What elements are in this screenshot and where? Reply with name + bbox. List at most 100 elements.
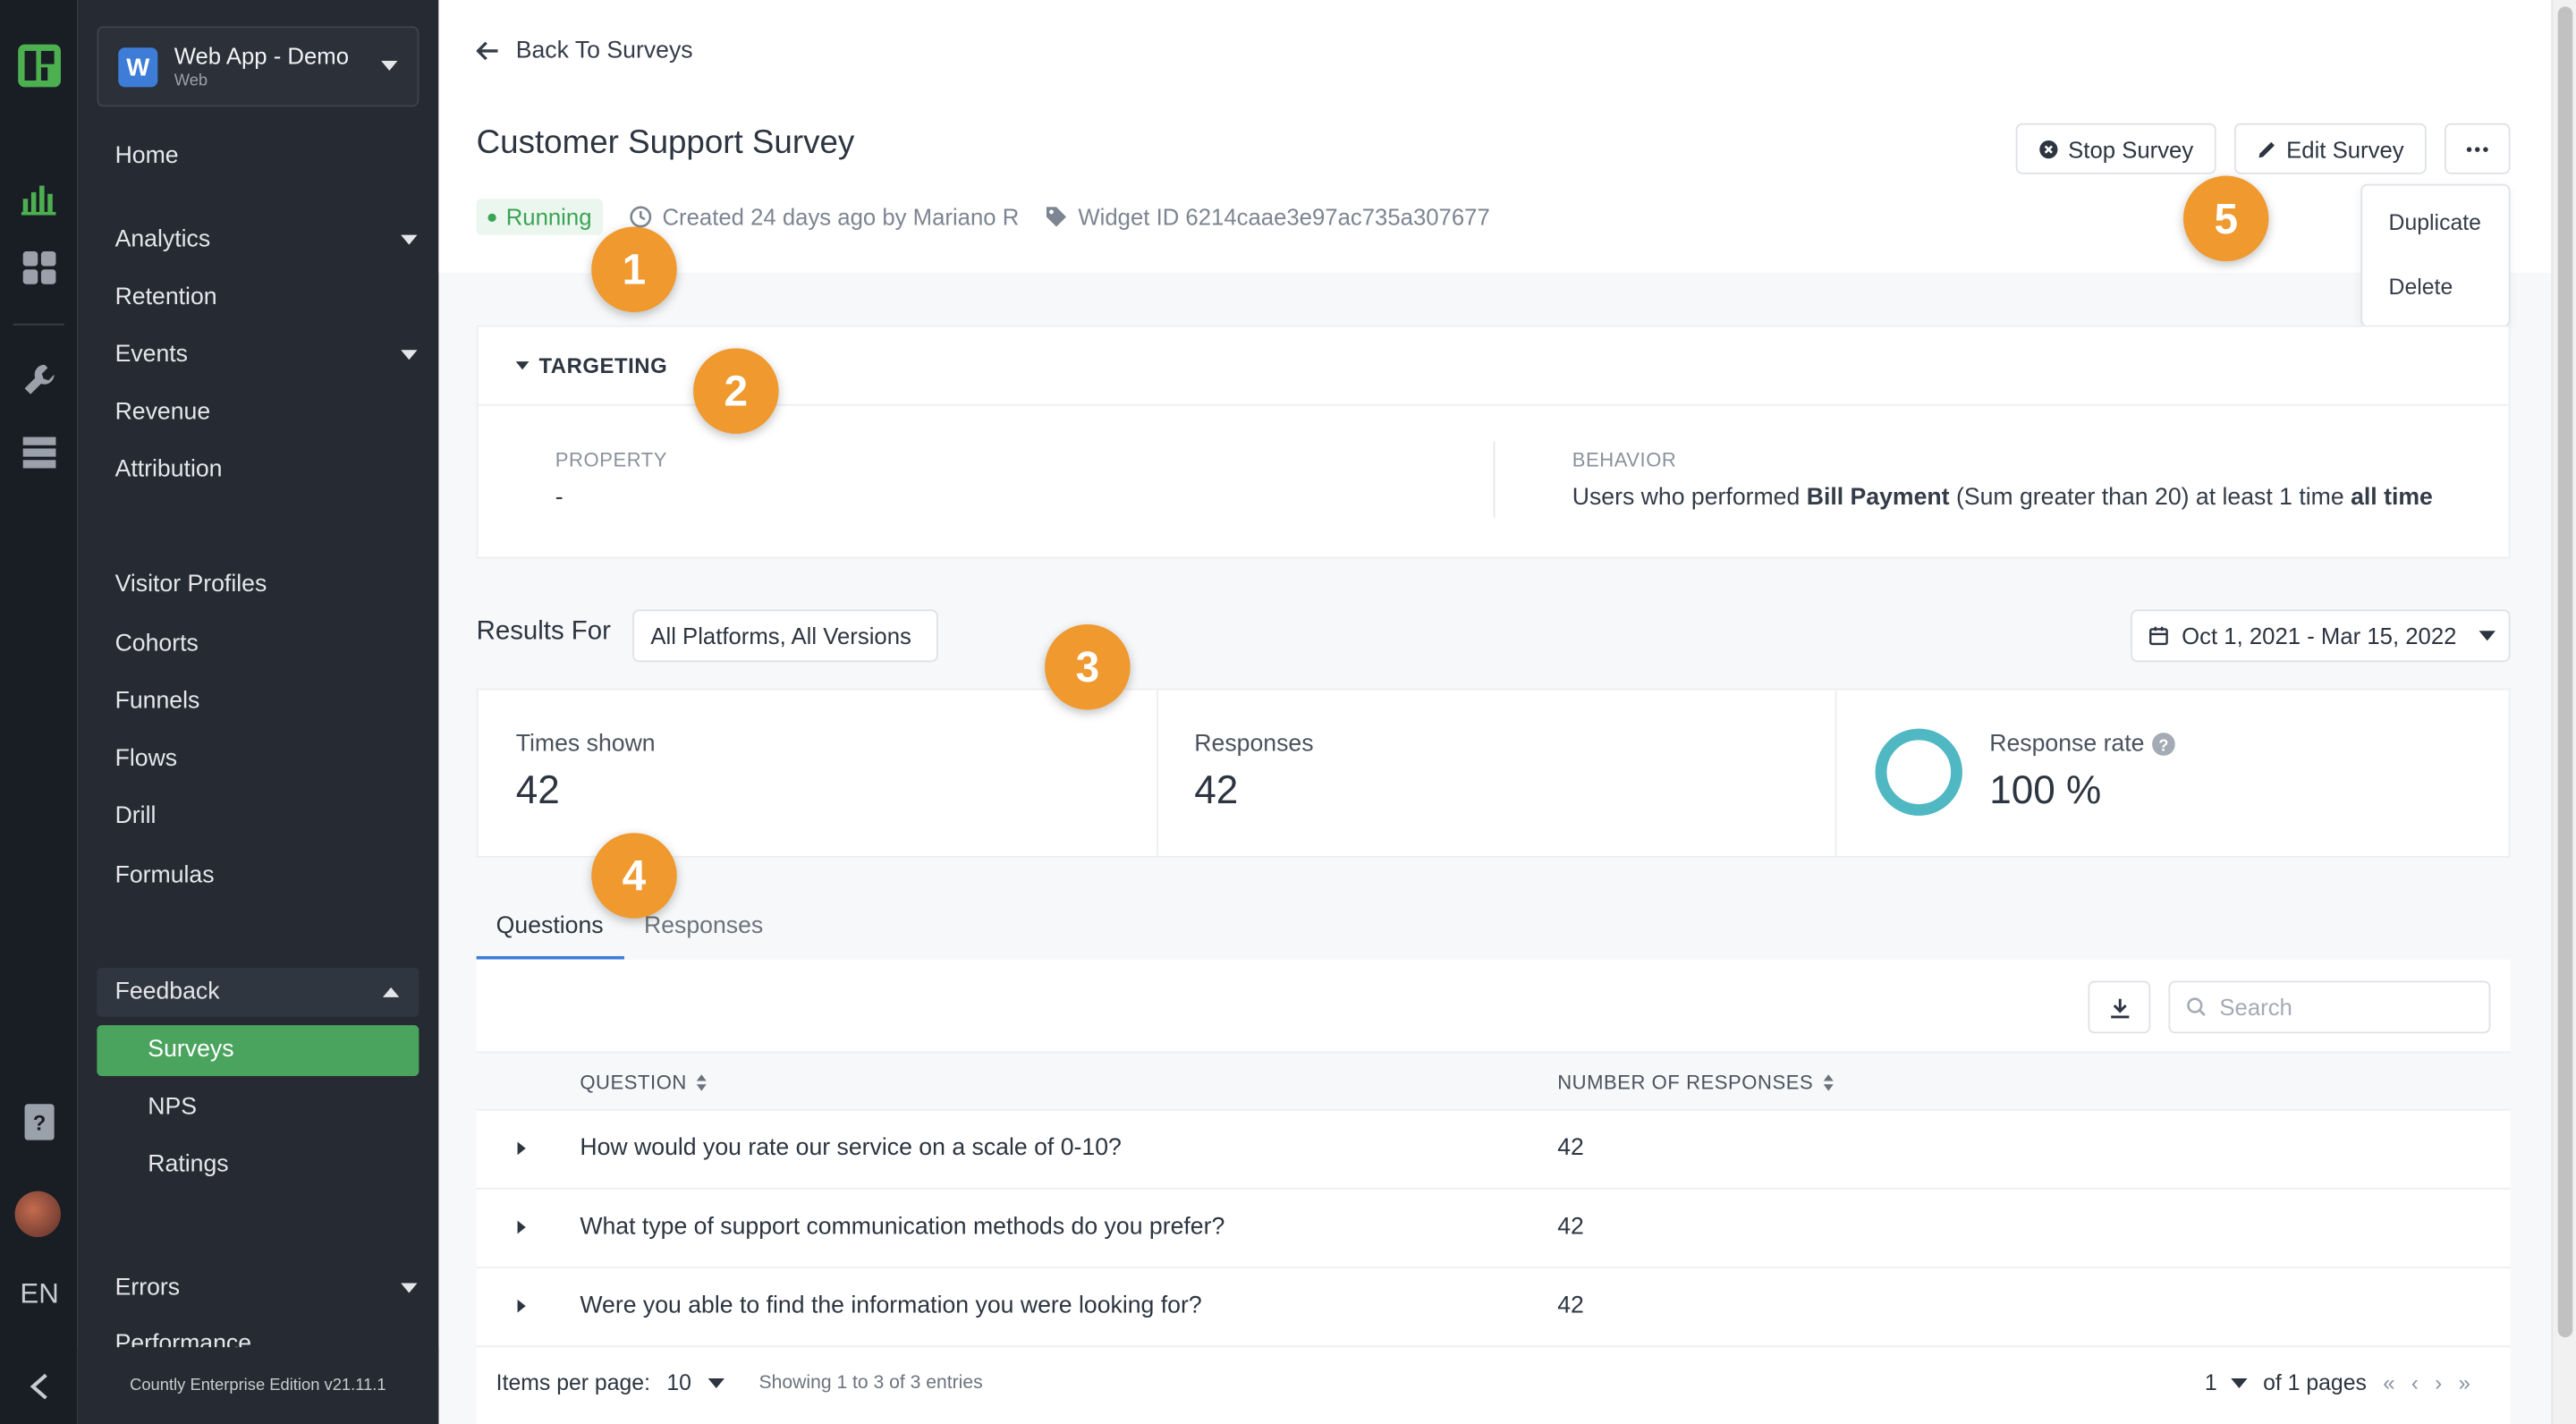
sidebar-item-analytics[interactable]: Analytics	[115, 216, 418, 265]
sidebar-item-nps[interactable]: NPS	[148, 1082, 417, 1132]
sidebar-item-cohorts[interactable]: Cohorts	[115, 619, 418, 668]
collapse-sidebar-icon[interactable]	[0, 1347, 77, 1424]
search-input[interactable]	[2219, 994, 2466, 1021]
back-link[interactable]: Back To Surveys	[476, 38, 693, 64]
sidebar-item-drill[interactable]: Drill	[115, 792, 418, 841]
sidebar-item-errors[interactable]: Errors	[115, 1263, 418, 1312]
sidebar-item-visitor-profiles[interactable]: Visitor Profiles	[115, 560, 418, 609]
targeting-header: TARGETING	[538, 352, 668, 378]
sidebar-item-formulas[interactable]: Formulas	[115, 851, 418, 900]
prev-page-icon[interactable]: ‹	[2411, 1370, 2419, 1395]
column-question-label: QUESTION	[580, 1071, 687, 1095]
chevron-down-icon	[708, 1377, 724, 1388]
help-document-icon[interactable]: ?	[20, 1102, 59, 1141]
responses-label: Responses	[1194, 731, 1314, 758]
edit-survey-button[interactable]: Edit Survey	[2233, 123, 2427, 174]
sidebar-item-label: Feedback	[114, 979, 220, 1006]
app-type: Web	[174, 72, 208, 91]
sort-icon	[696, 1074, 707, 1091]
edit-survey-label: Edit Survey	[2286, 135, 2404, 162]
created-info: Created 24 days ago by Mariano R	[630, 203, 1020, 231]
scrollbar-thumb[interactable]	[2557, 6, 2573, 1338]
date-range-picker[interactable]: Oct 1, 2021 - Mar 15, 2022	[2131, 609, 2511, 663]
status-badge: Running	[476, 199, 604, 235]
sidebar-item-events[interactable]: Events	[115, 330, 418, 379]
sidebar-item-feedback[interactable]: Feedback	[97, 967, 419, 1017]
column-question[interactable]: QUESTION	[580, 1053, 707, 1112]
sidebar-item-retention[interactable]: Retention	[115, 273, 418, 322]
donut-arc	[1875, 728, 1962, 816]
response-rate-label: Response rate	[1989, 731, 2145, 758]
table-row[interactable]: Were you able to find the information yo…	[476, 1268, 2511, 1348]
sidebar-item-ratings[interactable]: Ratings	[148, 1140, 417, 1190]
pencil-icon	[2258, 140, 2275, 157]
caret-down-icon	[515, 361, 530, 370]
analytics-chart-icon[interactable]	[20, 177, 59, 216]
app-selector[interactable]: W Web App - Demo Web	[97, 26, 419, 107]
next-page-icon[interactable]: ›	[2435, 1370, 2442, 1395]
callout-4: 4	[591, 833, 677, 919]
sidebar: W Web App - Demo Web Home Analytics Rete…	[77, 0, 439, 1424]
items-per-page-select[interactable]: 10	[666, 1370, 724, 1394]
sidebar-item-revenue[interactable]: Revenue	[115, 387, 418, 437]
property-label: PROPERTY	[555, 448, 668, 472]
column-number-of-responses[interactable]: NUMBER OF RESPONSES	[1557, 1053, 1834, 1112]
language-selector[interactable]: EN	[15, 1275, 64, 1314]
page-title: Customer Support Survey	[476, 124, 855, 161]
behavior-period: all time	[2351, 484, 2433, 512]
response-count: 42	[1557, 1293, 1584, 1319]
app-name: Web App - Demo	[174, 42, 350, 70]
stat-response-rate: Response rate ? 100 %	[1835, 690, 2509, 856]
stop-circle-icon	[2039, 140, 2058, 158]
stop-survey-button[interactable]: Stop Survey	[2015, 123, 2216, 174]
scrollbar[interactable]	[2551, 0, 2576, 1424]
sidebar-item-funnels[interactable]: Funnels	[115, 677, 418, 726]
sidebar-item-label: Errors	[114, 1275, 181, 1301]
first-page-icon[interactable]: «	[2383, 1370, 2394, 1395]
menu-item-duplicate[interactable]: Duplicate	[2389, 210, 2481, 235]
countly-logo[interactable]	[18, 44, 61, 88]
menu-item-delete[interactable]: Delete	[2389, 275, 2453, 300]
sidebar-item-home[interactable]: Home	[115, 131, 418, 181]
sidebar-item-attribution[interactable]: Attribution	[115, 445, 418, 495]
download-button[interactable]	[2088, 980, 2151, 1034]
tab-responses[interactable]: Responses	[644, 913, 763, 959]
dashboard-grid-icon[interactable]	[20, 248, 59, 287]
more-options-menu: Duplicate Delete	[2360, 183, 2511, 327]
behavior-value: Users who performed Bill Payment (Sum gr…	[1572, 485, 2433, 511]
response-rate-value: 100 %	[1989, 768, 2102, 814]
main-content: Back To Surveys Customer Support Survey …	[438, 0, 2552, 1424]
more-options-button[interactable]	[2445, 123, 2511, 174]
expand-row-icon[interactable]	[517, 1299, 526, 1313]
behavior-prefix: Users who performed	[1572, 484, 1807, 512]
targeting-toggle[interactable]: TARGETING	[478, 327, 2509, 406]
platform-filter[interactable]: All Platforms, All Versions	[632, 609, 938, 663]
status-label: Running	[505, 203, 592, 231]
table-row[interactable]: What type of support communication metho…	[476, 1190, 2511, 1268]
calendar-icon	[2149, 626, 2168, 646]
pagination: 1 of 1 pages « ‹ › »	[2205, 1370, 2470, 1395]
icon-rail: ? EN	[0, 0, 78, 1424]
sidebar-item-surveys[interactable]: Surveys	[97, 1025, 419, 1077]
property-value: -	[555, 484, 564, 512]
questions-table: QUESTION NUMBER OF RESPONSES How would y…	[476, 959, 2511, 1424]
user-avatar[interactable]	[14, 1191, 61, 1238]
data-manager-icon[interactable]	[20, 432, 59, 471]
tab-questions[interactable]: Questions	[476, 913, 624, 960]
last-page-icon[interactable]: »	[2459, 1370, 2470, 1395]
page-select[interactable]: 1	[2204, 1369, 2247, 1395]
wrench-icon[interactable]	[20, 360, 59, 399]
expand-row-icon[interactable]	[517, 1220, 526, 1234]
status-dot	[487, 212, 496, 222]
clock-icon	[630, 206, 652, 228]
expand-row-icon[interactable]	[517, 1141, 526, 1156]
table-row[interactable]: How would you rate our service on a scal…	[476, 1111, 2511, 1190]
created-label: Created 24 days ago by Mariano R	[662, 203, 1020, 231]
search-field[interactable]	[2168, 980, 2491, 1034]
question-text: Were you able to find the information yo…	[580, 1293, 1202, 1319]
page-value: 1	[2204, 1369, 2217, 1395]
response-count: 42	[1557, 1214, 1584, 1241]
sidebar-item-flows[interactable]: Flows	[115, 734, 418, 784]
chevron-down-icon	[2479, 631, 2496, 641]
help-circle-icon[interactable]: ?	[2152, 733, 2176, 756]
